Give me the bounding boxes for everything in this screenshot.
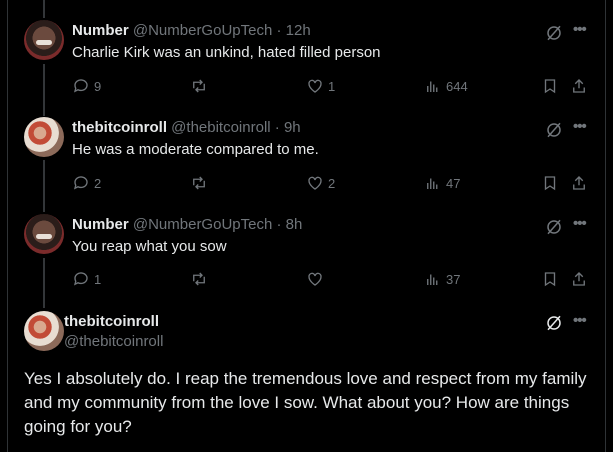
timeline-right-border [605, 0, 606, 452]
like-button[interactable] [306, 270, 328, 288]
author-handle[interactable]: @thebitcoinroll [64, 333, 163, 350]
tweet-text: You reap what you sow [72, 238, 227, 255]
views-count: 47 [446, 175, 461, 191]
share-icon [573, 79, 585, 93]
views-count: 37 [446, 271, 461, 287]
reply-button[interactable]: 1 [72, 270, 101, 288]
repost-icon [193, 272, 205, 286]
reply-tweet[interactable]: Number @NumberGoUpTech · 12h ••• Charlie… [8, 20, 605, 100]
views-icon [427, 81, 438, 92]
post-text: Yes I absolutely do. I reap the tremendo… [24, 369, 587, 436]
reply-icon [73, 79, 88, 93]
like-button[interactable]: 1 [306, 77, 335, 95]
tweet-actions: 1 37 [72, 270, 597, 290]
tweet-text: He was a moderate compared to me. [72, 141, 319, 158]
bookmark-button[interactable] [541, 270, 559, 288]
reply-count: 1 [94, 271, 102, 287]
more-icon[interactable]: ••• [573, 118, 587, 135]
tweet-time[interactable]: · 12h [276, 22, 310, 39]
repost-button[interactable] [190, 77, 212, 95]
views-icon [427, 178, 438, 189]
author-handle[interactable]: @NumberGoUpTech [133, 216, 272, 233]
like-count: 2 [328, 175, 336, 191]
reply-button[interactable]: 2 [72, 174, 101, 192]
views-button[interactable]: 644 [424, 77, 468, 95]
grok-icon[interactable] [545, 121, 563, 139]
like-icon [308, 176, 322, 190]
reply-tweet[interactable]: Number @NumberGoUpTech · 8h ••• You reap… [8, 214, 605, 294]
author-name[interactable]: Number [72, 216, 129, 233]
tweet-text: Charlie Kirk was an unkind, hated filled… [72, 44, 381, 61]
bookmark-icon [544, 79, 556, 94]
share-button[interactable] [570, 270, 588, 288]
tweet-time[interactable]: · 9h [275, 119, 301, 136]
author-name[interactable]: thebitcoinroll [64, 313, 159, 330]
share-icon [573, 176, 585, 190]
grok-icon[interactable] [545, 218, 563, 236]
share-button[interactable] [570, 77, 588, 95]
author-handle[interactable]: @thebitcoinroll [171, 119, 270, 136]
tweet-header: Number @NumberGoUpTech · 8h [72, 216, 302, 236]
more-icon[interactable]: ••• [573, 21, 587, 38]
like-icon [308, 79, 322, 93]
like-icon [308, 272, 322, 286]
views-icon [427, 274, 438, 285]
views-button[interactable]: 47 [424, 174, 460, 192]
more-icon[interactable]: ••• [573, 312, 587, 329]
author-name[interactable]: Number [72, 22, 129, 39]
repost-icon [193, 176, 205, 190]
share-button[interactable] [570, 174, 588, 192]
tweet-time[interactable]: · 8h [276, 216, 302, 233]
reply-icon [73, 272, 88, 286]
repost-button[interactable] [190, 174, 212, 192]
tweet-actions: 2 2 47 [72, 174, 597, 194]
like-button[interactable]: 2 [306, 174, 335, 192]
share-icon [573, 272, 585, 286]
author-handle[interactable]: @NumberGoUpTech [133, 22, 272, 39]
reply-icon [73, 176, 88, 190]
bookmark-icon [544, 176, 556, 191]
avatar[interactable] [24, 311, 64, 351]
bookmark-button[interactable] [541, 77, 559, 95]
author-name[interactable]: thebitcoinroll [72, 119, 167, 136]
repost-icon [193, 79, 205, 93]
views-count: 644 [446, 78, 468, 94]
tweet-header: thebitcoinroll @thebitcoinroll · 9h [72, 119, 301, 139]
avatar[interactable] [24, 117, 64, 157]
grok-icon[interactable] [545, 24, 563, 42]
reply-count: 9 [94, 78, 102, 94]
thread-line [43, 0, 45, 18]
reply-count: 2 [94, 175, 102, 191]
like-count: 1 [328, 78, 336, 94]
more-icon[interactable]: ••• [573, 215, 587, 232]
avatar[interactable] [24, 214, 64, 254]
views-button[interactable]: 37 [424, 270, 460, 288]
grok-icon[interactable] [545, 314, 563, 332]
reply-button[interactable]: 9 [72, 77, 101, 95]
reply-tweet[interactable]: thebitcoinroll @thebitcoinroll · 9h ••• … [8, 117, 605, 197]
bookmark-icon [544, 272, 556, 287]
repost-button[interactable] [190, 270, 212, 288]
tweet-actions: 9 1 644 [72, 77, 597, 97]
bookmark-button[interactable] [541, 174, 559, 192]
tweet-header: Number @NumberGoUpTech · 12h [72, 22, 311, 42]
avatar[interactable] [24, 20, 64, 60]
